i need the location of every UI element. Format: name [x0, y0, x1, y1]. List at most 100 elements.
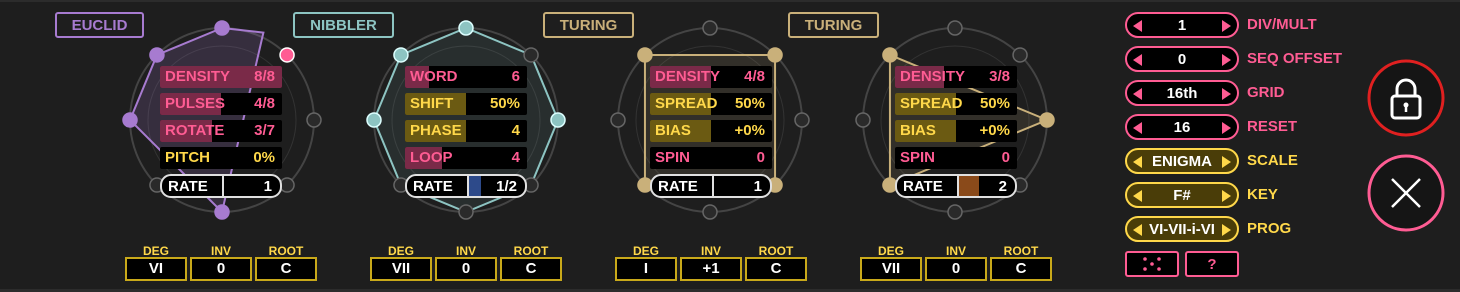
- step-dot[interactable]: [794, 112, 810, 128]
- deg-select[interactable]: VII: [370, 257, 432, 281]
- rate-value: 1/2: [496, 178, 517, 195]
- root-select[interactable]: C: [745, 257, 807, 281]
- param-spin[interactable]: SPIN 0: [895, 147, 1017, 169]
- param-value: 3/8: [989, 68, 1010, 85]
- deg-select[interactable]: I: [615, 257, 677, 281]
- step-dot[interactable]: [550, 112, 566, 128]
- arrow-left-icon[interactable]: [1133, 224, 1142, 236]
- inv-select[interactable]: 0: [435, 257, 497, 281]
- param-bias[interactable]: BIAS +0%: [650, 120, 772, 142]
- param-phase[interactable]: PHASE 4: [405, 120, 527, 142]
- step-dot[interactable]: [947, 204, 963, 220]
- step-dot[interactable]: [637, 47, 653, 63]
- help-button[interactable]: ?: [1185, 251, 1239, 277]
- root-select[interactable]: C: [500, 257, 562, 281]
- spinner-prog[interactable]: VI-VII-i-VI: [1125, 216, 1239, 242]
- step-dot[interactable]: [610, 112, 626, 128]
- step-dot[interactable]: [279, 47, 295, 63]
- inv-select[interactable]: 0: [925, 257, 987, 281]
- root-select[interactable]: C: [255, 257, 317, 281]
- step-dot[interactable]: [882, 47, 898, 63]
- step-dot[interactable]: [279, 177, 295, 193]
- spinner-scale[interactable]: ENIGMA: [1125, 148, 1239, 174]
- step-dot[interactable]: [702, 20, 718, 36]
- param-bias[interactable]: BIAS +0%: [895, 120, 1017, 142]
- step-dot[interactable]: [947, 20, 963, 36]
- arrow-left-icon[interactable]: [1133, 190, 1142, 202]
- lock-button[interactable]: [1366, 58, 1446, 138]
- setting-label: SEQ OFFSET: [1247, 50, 1343, 67]
- step-dot[interactable]: [1012, 47, 1028, 63]
- spinner-value: 1: [1177, 17, 1187, 34]
- setting-label: RESET: [1247, 118, 1298, 135]
- rate-control[interactable]: RATE 2: [895, 174, 1017, 198]
- param-value: 0: [1001, 149, 1010, 166]
- arrow-left-icon[interactable]: [1133, 54, 1142, 66]
- spinner-value: ENIGMA: [1152, 153, 1212, 170]
- param-pulses[interactable]: PULSES 4/8: [160, 93, 282, 115]
- param-value: 0: [756, 149, 765, 166]
- param-density[interactable]: DENSITY 3/8: [895, 66, 1017, 88]
- param-spread[interactable]: SPREAD 50%: [895, 93, 1017, 115]
- step-dot[interactable]: [214, 20, 230, 36]
- param-pitch[interactable]: PITCH 0%: [160, 147, 282, 169]
- param-spin[interactable]: SPIN 0: [650, 147, 772, 169]
- setting-label: KEY: [1247, 186, 1278, 203]
- param-rotate[interactable]: ROTATE 3/7: [160, 120, 282, 142]
- spinner-reset[interactable]: 16: [1125, 114, 1239, 140]
- step-dot[interactable]: [1039, 112, 1055, 128]
- step-dot[interactable]: [458, 204, 474, 220]
- spinner-grid[interactable]: 16th: [1125, 80, 1239, 106]
- close-button[interactable]: [1366, 153, 1446, 233]
- arrow-right-icon[interactable]: [1222, 54, 1231, 66]
- param-loop[interactable]: LOOP 4: [405, 147, 527, 169]
- step-dot[interactable]: [393, 47, 409, 63]
- param-shift[interactable]: SHIFT 50%: [405, 93, 527, 115]
- arrow-right-icon[interactable]: [1222, 20, 1231, 32]
- root-select[interactable]: C: [990, 257, 1052, 281]
- param-value: 4/8: [744, 68, 765, 85]
- step-dot[interactable]: [214, 204, 230, 220]
- inv-select[interactable]: +1: [680, 257, 742, 281]
- step-dot[interactable]: [523, 47, 539, 63]
- param-spread[interactable]: SPREAD 50%: [650, 93, 772, 115]
- rate-label: RATE: [413, 178, 453, 195]
- spinner-div-mult[interactable]: 1: [1125, 12, 1239, 38]
- step-dot[interactable]: [122, 112, 138, 128]
- arrow-right-icon[interactable]: [1222, 122, 1231, 134]
- spinner-key[interactable]: F#: [1125, 182, 1239, 208]
- step-dot[interactable]: [767, 47, 783, 63]
- spinner-seq-offset[interactable]: 0: [1125, 46, 1239, 72]
- param-value: +0%: [734, 122, 765, 139]
- param-name: DENSITY: [165, 68, 231, 85]
- arrow-left-icon[interactable]: [1133, 20, 1142, 32]
- arrow-left-icon[interactable]: [1133, 122, 1142, 134]
- rate-control[interactable]: RATE 1: [650, 174, 772, 198]
- step-dot[interactable]: [366, 112, 382, 128]
- param-word[interactable]: WORD 6: [405, 66, 527, 88]
- step-dot[interactable]: [306, 112, 322, 128]
- arrow-right-icon[interactable]: [1222, 156, 1231, 168]
- param-value: 50%: [734, 95, 765, 112]
- arrow-right-icon[interactable]: [1222, 224, 1231, 236]
- rate-control[interactable]: RATE 1/2: [405, 174, 527, 198]
- arrow-right-icon[interactable]: [1222, 88, 1231, 100]
- step-dot[interactable]: [458, 20, 474, 36]
- inv-select[interactable]: 0: [190, 257, 252, 281]
- spinner-value: 16th: [1166, 85, 1198, 102]
- step-dot[interactable]: [149, 47, 165, 63]
- arrow-right-icon[interactable]: [1222, 190, 1231, 202]
- root-header: ROOT: [513, 244, 549, 258]
- randomize-button[interactable]: [1125, 251, 1179, 277]
- step-dot[interactable]: [855, 112, 871, 128]
- rate-control[interactable]: RATE 1: [160, 174, 282, 198]
- step-dot[interactable]: [702, 204, 718, 220]
- param-density[interactable]: DENSITY 8/8: [160, 66, 282, 88]
- deg-select[interactable]: VII: [860, 257, 922, 281]
- arrow-left-icon[interactable]: [1133, 88, 1142, 100]
- deg-select[interactable]: VI: [125, 257, 187, 281]
- arrow-left-icon[interactable]: [1133, 156, 1142, 168]
- param-density[interactable]: DENSITY 4/8: [650, 66, 772, 88]
- param-name: BIAS: [655, 122, 691, 139]
- spinner-value: 0: [1177, 51, 1187, 68]
